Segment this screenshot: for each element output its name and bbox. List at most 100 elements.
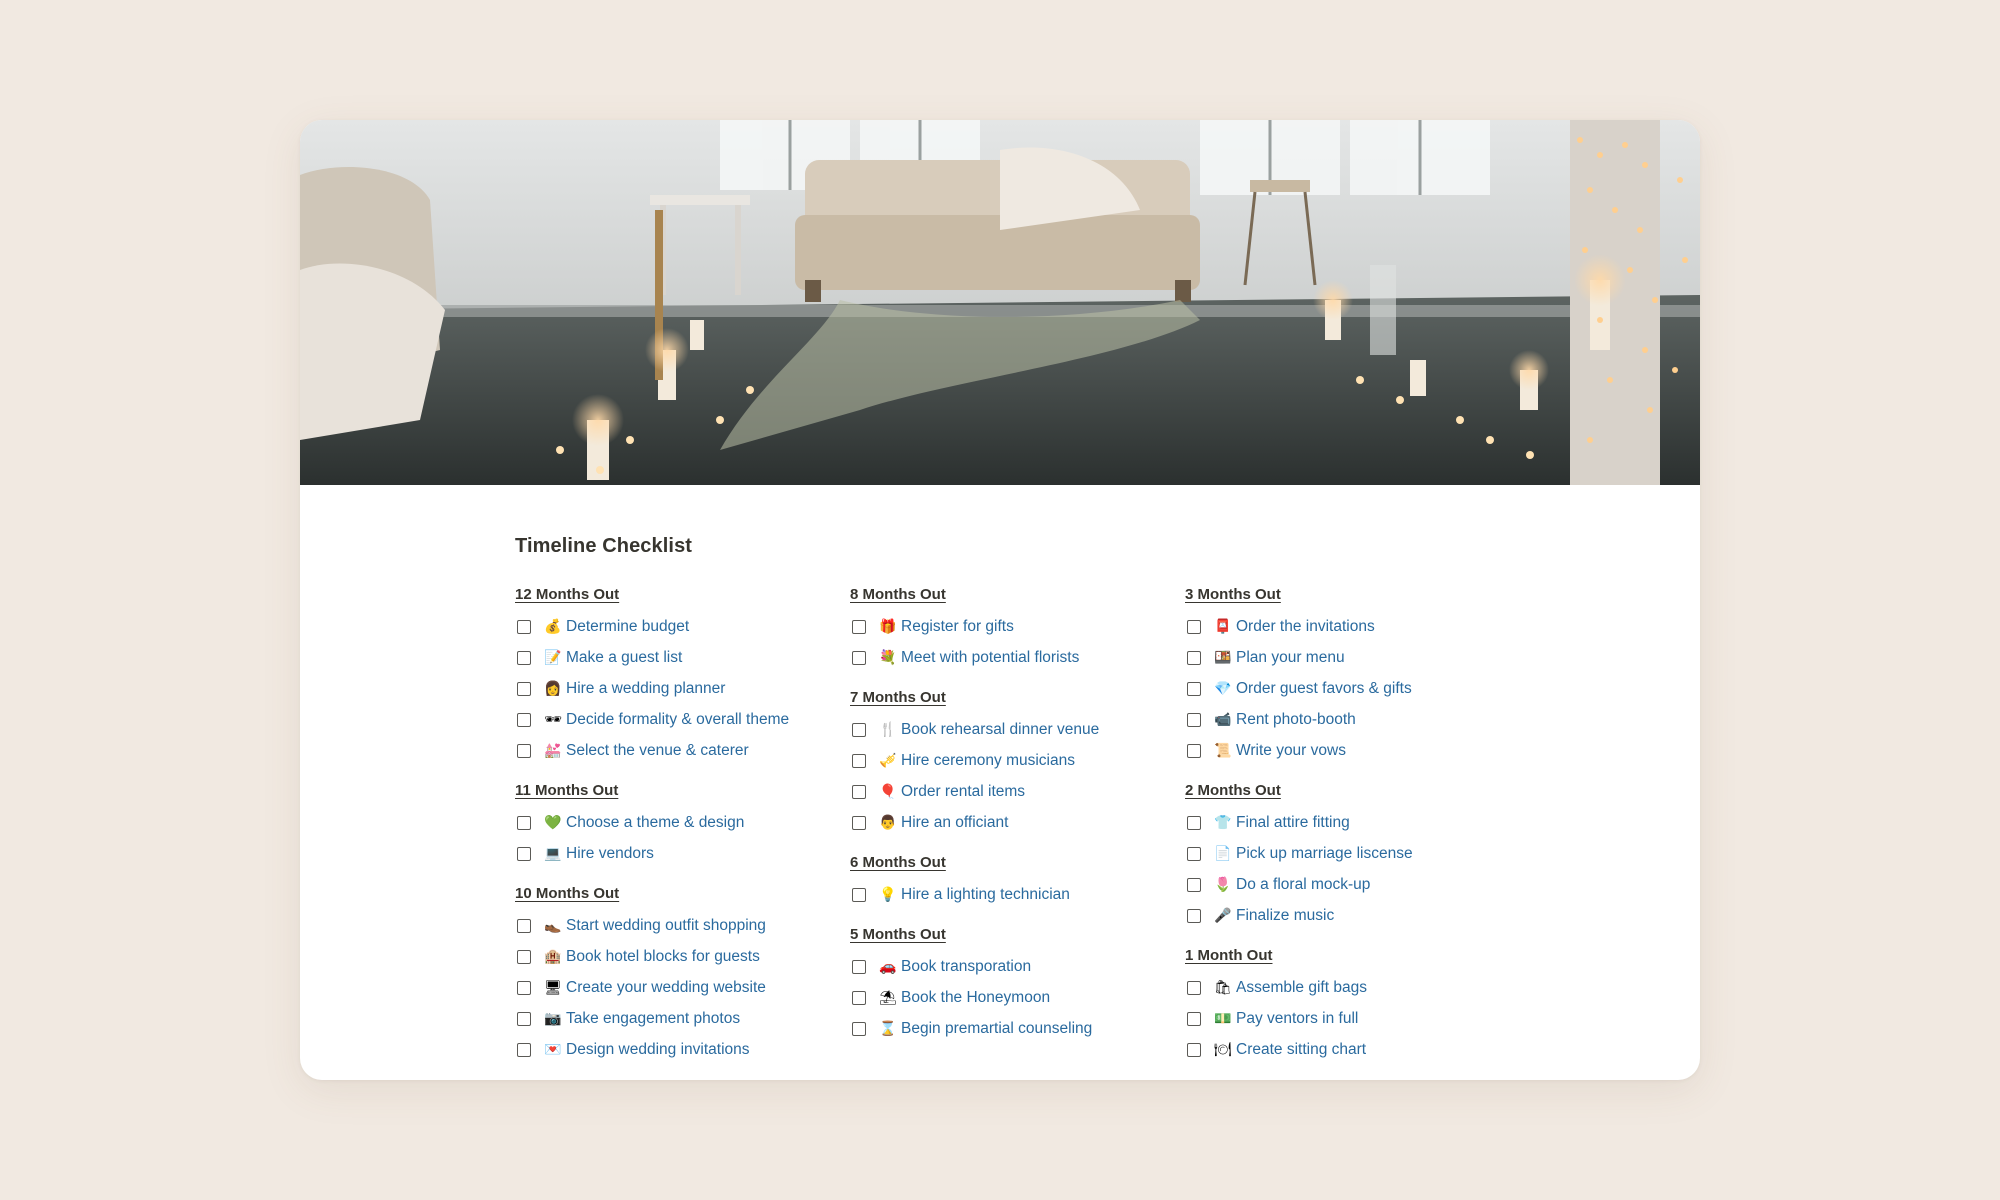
section-heading: 11 Months Out [515, 782, 619, 799]
checklist-item-link[interactable]: Order the invitations [1236, 618, 1375, 636]
car-icon: 🚗 [879, 958, 897, 975]
checkbox[interactable] [517, 743, 531, 758]
checkbox[interactable] [852, 784, 866, 799]
checkbox[interactable] [1187, 619, 1201, 634]
page-title: Timeline Checklist [515, 535, 693, 557]
tulip-icon: 🌷 [1214, 876, 1232, 893]
checklist-item-link[interactable]: Hire a lighting technician [901, 886, 1070, 904]
checklist-item: 👕 Final attire fitting [1185, 807, 1515, 838]
checklist-item-link[interactable]: Pick up marriage liscense [1236, 845, 1413, 863]
checkbox[interactable] [1187, 650, 1201, 665]
checklist-item-link[interactable]: Order rental items [901, 783, 1025, 801]
desktop-icon: 🖥 [544, 979, 562, 996]
checklist-item-link[interactable]: Make a guest list [566, 649, 682, 667]
checklist-item-link[interactable]: Book transporation [901, 958, 1031, 976]
checkbox[interactable] [852, 887, 866, 902]
checklist-item: 🍽 Create sitting chart [1185, 1034, 1515, 1065]
checklist-column-3: 3 Months Out 📮 Order the invitations 🍱 Plan … [1185, 583, 1515, 1078]
section-heading: 6 Months Out [850, 854, 946, 871]
checkbox[interactable] [517, 980, 531, 995]
checklist-item-link[interactable]: Create sitting chart [1236, 1041, 1366, 1059]
microphone-icon: 🎤 [1214, 907, 1232, 924]
beach-umbrella-icon: ⛱ [879, 989, 897, 1006]
checkbox[interactable] [517, 846, 531, 861]
checkbox[interactable] [1187, 815, 1201, 830]
checklist-item: 🏨 Book hotel blocks for guests [515, 941, 845, 972]
trumpet-icon: 🎺 [879, 752, 897, 769]
checklist-item-link[interactable]: Plan your menu [1236, 649, 1345, 667]
checklist-item: 💌 Design wedding invitations [515, 1034, 845, 1065]
checklist-item-link[interactable]: Design wedding invitations [566, 1041, 750, 1059]
checkbox[interactable] [517, 815, 531, 830]
diamond-icon: 💎 [1214, 680, 1232, 697]
checklist-item: 🎤 Finalize music [1185, 900, 1515, 931]
checklist-item: ⌛ Begin premartial counseling [850, 1013, 1180, 1044]
checklist-item-link[interactable]: Do a floral mock-up [1236, 876, 1370, 894]
timeline-section: 10 Months Out 👞 Start wedding outfit shopp… [515, 882, 845, 1065]
checklist-item-link[interactable]: Book hotel blocks for guests [566, 948, 760, 966]
checkbox[interactable] [1187, 980, 1201, 995]
checklist-item: 💒 Select the venue & caterer [515, 735, 845, 766]
checklist-item-link[interactable]: Determine budget [566, 618, 689, 636]
timeline-section: 7 Months Out 🍴 Book rehearsal dinner venue… [850, 686, 1180, 838]
checklist-item-link[interactable]: Book the Honeymoon [901, 989, 1050, 1007]
section-heading: 3 Months Out [1185, 586, 1281, 603]
checklist-item-link[interactable]: Start wedding outfit shopping [566, 917, 766, 935]
checklist-item: 💚 Choose a theme & design [515, 807, 845, 838]
checkbox[interactable] [1187, 908, 1201, 923]
checkbox[interactable] [852, 722, 866, 737]
checkbox[interactable] [517, 681, 531, 696]
checklist-item-link[interactable]: Hire an officiant [901, 814, 1008, 832]
checkbox[interactable] [517, 1011, 531, 1026]
checklist-item: 👞 Start wedding outfit shopping [515, 910, 845, 941]
checklist-item-link[interactable]: Choose a theme & design [566, 814, 744, 832]
checklist-item-link[interactable]: Meet with potential florists [901, 649, 1079, 667]
checklist-item-link[interactable]: Hire a wedding planner [566, 680, 725, 698]
checklist-item-link[interactable]: Register for gifts [901, 618, 1014, 636]
checklist-item-link[interactable]: Book rehearsal dinner venue [901, 721, 1099, 739]
shopping-bags-icon: 🛍 [1214, 979, 1232, 996]
woman-icon: 👩 [544, 680, 562, 697]
checkbox[interactable] [1187, 877, 1201, 892]
timeline-section: 6 Months Out 💡 Hire a lighting technician [850, 851, 1180, 910]
checkbox[interactable] [1187, 1042, 1201, 1057]
checklist-item-link[interactable]: Final attire fitting [1236, 814, 1350, 832]
checkbox[interactable] [517, 712, 531, 727]
checkbox[interactable] [1187, 743, 1201, 758]
checklist-item-link[interactable]: Select the venue & caterer [566, 742, 749, 760]
place-card-icon: 🍽 [1214, 1041, 1232, 1058]
checklist-item: 📹 Rent photo-booth [1185, 704, 1515, 735]
checklist-item-link[interactable]: Assemble gift bags [1236, 979, 1367, 997]
checklist-item-link[interactable]: Rent photo-booth [1236, 711, 1356, 729]
checklist-item-link[interactable]: Create your wedding website [566, 979, 766, 997]
checklist-item-link[interactable]: Hire ceremony musicians [901, 752, 1075, 770]
checkbox[interactable] [1187, 1011, 1201, 1026]
checkbox[interactable] [852, 815, 866, 830]
checklist-item-link[interactable]: Order guest favors & gifts [1236, 680, 1412, 698]
checkbox[interactable] [517, 619, 531, 634]
checkbox[interactable] [517, 949, 531, 964]
checkbox[interactable] [852, 650, 866, 665]
checkbox[interactable] [852, 619, 866, 634]
checkbox[interactable] [517, 1042, 531, 1057]
checkbox[interactable] [517, 650, 531, 665]
cover-image [300, 120, 1700, 485]
checklist-item: 📷 Take engagement photos [515, 1003, 845, 1034]
checklist-item-link[interactable]: Hire vendors [566, 845, 654, 863]
checkbox[interactable] [1187, 846, 1201, 861]
checklist-item: 🍱 Plan your menu [1185, 642, 1515, 673]
checklist-item-link[interactable]: Write your vows [1236, 742, 1346, 760]
checkbox[interactable] [852, 990, 866, 1005]
checkbox[interactable] [1187, 712, 1201, 727]
checkbox[interactable] [1187, 681, 1201, 696]
checkbox[interactable] [852, 959, 866, 974]
checklist-item-link[interactable]: Take engagement photos [566, 1010, 740, 1028]
checkbox[interactable] [852, 753, 866, 768]
checkbox[interactable] [852, 1021, 866, 1036]
checklist-item-link[interactable]: Begin premartial counseling [901, 1020, 1092, 1038]
section-heading: 7 Months Out [850, 689, 946, 706]
checkbox[interactable] [517, 918, 531, 933]
checklist-item-link[interactable]: Pay ventors in full [1236, 1010, 1358, 1028]
checklist-item-link[interactable]: Finalize music [1236, 907, 1334, 925]
checklist-item-link[interactable]: Decide formality & overall theme [566, 711, 789, 729]
